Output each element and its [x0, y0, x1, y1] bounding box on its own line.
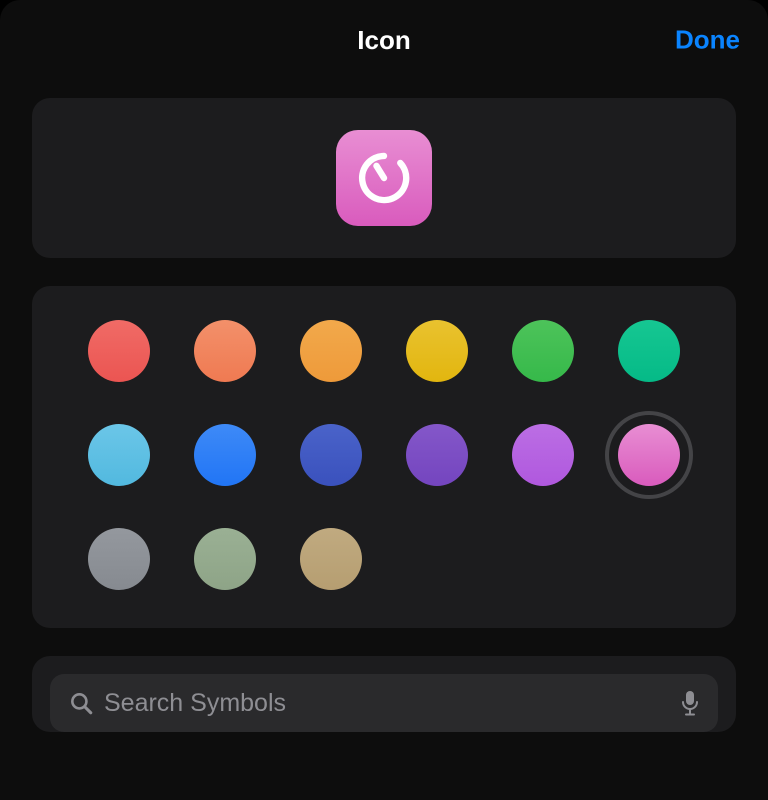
color-swatch-amber[interactable] — [289, 318, 373, 384]
color-swatch-teal[interactable] — [607, 318, 691, 384]
icon-preview — [336, 130, 432, 226]
color-swatch-yellow[interactable] — [395, 318, 479, 384]
color-swatch-violet[interactable] — [501, 422, 585, 488]
color-swatch-sage[interactable] — [183, 526, 267, 592]
symbol-search-panel — [32, 656, 736, 732]
color-swatch-inner[interactable] — [406, 424, 468, 486]
color-swatch-inner[interactable] — [194, 528, 256, 590]
color-swatch-purple[interactable] — [395, 422, 479, 488]
color-swatch-inner[interactable] — [406, 320, 468, 382]
color-swatch-indigo[interactable] — [289, 422, 373, 488]
color-swatch-inner[interactable] — [88, 528, 150, 590]
search-input[interactable] — [104, 689, 670, 718]
color-swatch-inner[interactable] — [618, 320, 680, 382]
color-swatch-inner[interactable] — [512, 424, 574, 486]
microphone-icon[interactable] — [680, 690, 700, 716]
color-swatch-inner[interactable] — [300, 424, 362, 486]
color-swatch-inner[interactable] — [194, 424, 256, 486]
icon-preview-panel — [32, 98, 736, 258]
color-swatch-inner[interactable] — [618, 424, 680, 486]
sheet-header: Icon Done — [0, 10, 768, 70]
color-swatch-inner[interactable] — [88, 424, 150, 486]
color-swatch-gray[interactable] — [77, 526, 161, 592]
color-swatch-orange[interactable] — [183, 318, 267, 384]
color-swatch-tan[interactable] — [289, 526, 373, 592]
icon-picker-sheet: Icon Done — [0, 0, 768, 800]
color-swatch-red[interactable] — [77, 318, 161, 384]
color-swatch-inner[interactable] — [300, 320, 362, 382]
color-swatch-inner[interactable] — [88, 320, 150, 382]
color-swatch-light-blue[interactable] — [77, 422, 161, 488]
color-grid — [66, 318, 702, 592]
timer-icon — [355, 149, 413, 207]
color-picker-panel — [32, 286, 736, 628]
color-swatch-inner[interactable] — [512, 320, 574, 382]
color-swatch-inner[interactable] — [194, 320, 256, 382]
sheet-title: Icon — [357, 25, 410, 56]
color-swatch-green[interactable] — [501, 318, 585, 384]
color-swatch-inner[interactable] — [300, 528, 362, 590]
search-icon — [68, 690, 94, 716]
done-button[interactable]: Done — [675, 25, 740, 56]
search-field[interactable] — [50, 674, 718, 732]
color-swatch-blue[interactable] — [183, 422, 267, 488]
color-swatch-pink[interactable] — [607, 422, 691, 488]
